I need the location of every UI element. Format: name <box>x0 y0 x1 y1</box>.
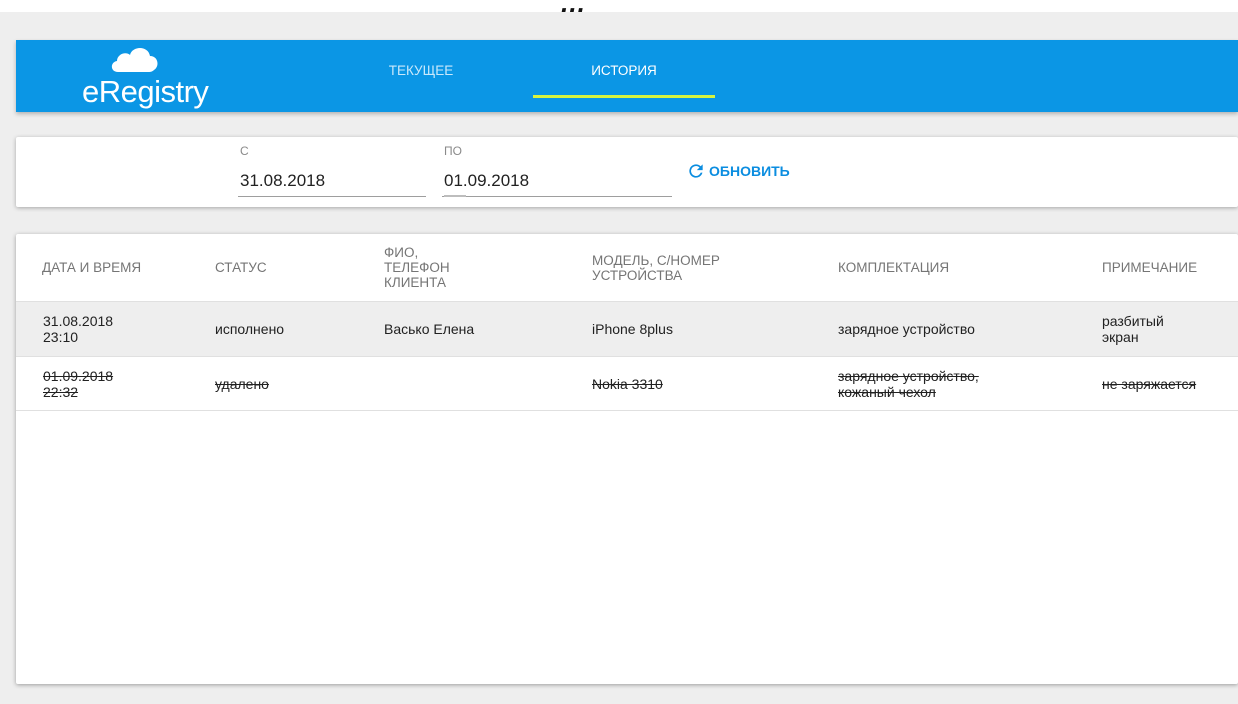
cell-device: iPhone 8plus <box>592 321 673 337</box>
app-logo[interactable]: eRegistry <box>82 74 209 110</box>
column-header-client[interactable]: ФИО, ТЕЛЕФОН КЛИЕНТА <box>384 234 484 301</box>
column-header-note[interactable]: ПРИМЕЧАНИЕ <box>1102 234 1238 301</box>
refresh-button-label: ОБНОВИТЬ <box>709 163 790 179</box>
cell-kit: зарядное устройство <box>838 321 975 337</box>
cell-kit: зарядное устройство, кожаный чехол <box>838 368 979 400</box>
cell-datetime: 01.09.2018 22:32 <box>43 368 114 400</box>
tab-current[interactable]: ТЕКУЩЕЕ <box>366 60 476 112</box>
table-row[interactable]: 31.08.2018 23:10 исполнено Васько Елена … <box>16 301 1238 356</box>
tab-history-label: ИСТОРИЯ <box>591 63 657 78</box>
cell-status: удалено <box>215 376 269 392</box>
to-date-input[interactable]: 01.09.2018 <box>444 171 529 191</box>
column-header-datetime[interactable]: ДАТА И ВРЕМЯ <box>42 234 152 301</box>
refresh-button[interactable]: ОБНОВИТЬ <box>686 157 790 185</box>
column-header-device[interactable]: МОДЕЛЬ, С/НОМЕР УСТРОЙСТВА <box>592 234 772 301</box>
refresh-icon <box>689 164 703 178</box>
row-divider <box>16 410 1238 411</box>
column-header-status[interactable]: СТАТУС <box>215 234 335 301</box>
to-date-cursor-mark <box>444 195 466 197</box>
from-date-label: С <box>240 144 249 158</box>
cell-note: разбитый экран <box>1102 313 1164 345</box>
tab-current-label: ТЕКУЩЕЕ <box>388 63 454 78</box>
cell-device: Nokia 3310 <box>592 376 663 392</box>
cell-client: Васько Елена <box>384 321 475 337</box>
to-date-underline <box>442 196 672 197</box>
from-date-input[interactable]: 31.08.2018 <box>240 171 325 191</box>
cut-off-text: … <box>560 0 587 12</box>
to-date-label: ПО <box>444 144 462 158</box>
cell-status: исполнено <box>215 321 285 337</box>
history-table: ДАТА И ВРЕМЯ СТАТУС ФИО, ТЕЛЕФОН КЛИЕНТА… <box>16 234 1238 684</box>
app-bar: eRegistry ТЕКУЩЕЕ ИСТОРИЯ <box>16 40 1238 112</box>
tab-history[interactable]: ИСТОРИЯ <box>533 60 715 112</box>
cell-datetime: 31.08.2018 23:10 <box>43 313 114 345</box>
table-row[interactable]: 01.09.2018 22:32 удалено Nokia 3310 заря… <box>16 356 1238 411</box>
top-strip: … <box>0 0 1238 12</box>
cell-client <box>384 357 574 411</box>
date-filter-panel: С 31.08.2018 ПО 01.09.2018 ОБНОВИТЬ <box>16 137 1238 207</box>
from-date-underline <box>238 196 426 197</box>
cloud-icon <box>111 48 158 72</box>
cell-note: не заряжается <box>1102 376 1197 392</box>
column-header-kit[interactable]: КОМПЛЕКТАЦИЯ <box>838 234 1038 301</box>
table-header: ДАТА И ВРЕМЯ СТАТУС ФИО, ТЕЛЕФОН КЛИЕНТА… <box>16 234 1238 301</box>
active-tab-indicator <box>533 95 715 98</box>
